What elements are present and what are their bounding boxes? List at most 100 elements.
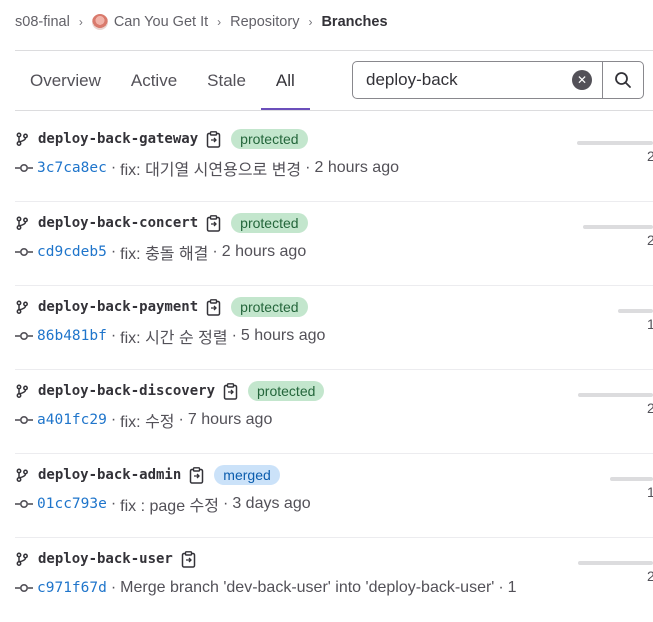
search-button[interactable] — [602, 62, 643, 98]
clipboard-icon — [206, 130, 221, 148]
chevron-right-icon: › — [217, 15, 222, 29]
breadcrumb: s08-final › Can You Get It › Repository … — [15, 12, 388, 32]
separator-dot: · — [223, 495, 229, 512]
copy-branch-name-button[interactable] — [206, 298, 221, 316]
commit-message[interactable]: fix: 수정 — [120, 408, 174, 432]
branch-list: deploy-back-gateway protected 3c7ca8ec · fix… — [15, 118, 653, 622]
copy-branch-name-button[interactable] — [206, 214, 221, 232]
clipboard-icon — [223, 382, 238, 400]
commit-time: 2 hours ago — [314, 159, 399, 176]
commit-message[interactable]: fix: 충돌 해결 — [120, 240, 208, 264]
copy-branch-name-button[interactable] — [206, 130, 221, 148]
separator-dot: · — [498, 579, 504, 596]
commit-sha-link[interactable]: 86b481bf — [37, 328, 107, 344]
commit-time: 7 hours ago — [187, 411, 273, 428]
search-input[interactable] — [353, 62, 572, 98]
branch-name-link[interactable]: deploy-back-gateway — [38, 131, 198, 147]
breadcrumb-project-label: Can You Get It — [113, 14, 209, 30]
commit-sha-link[interactable]: 3c7ca8ec — [37, 160, 107, 176]
divergence-bar — [578, 393, 653, 397]
search-icon — [615, 72, 631, 88]
divergence-bar — [577, 141, 653, 145]
branch-name-link[interactable]: deploy-back-concert — [38, 215, 198, 231]
branch-icon — [16, 468, 28, 482]
clipboard-icon — [181, 550, 196, 568]
separator-dot: · — [110, 327, 117, 344]
commit-icon — [15, 415, 33, 425]
copy-branch-name-button[interactable] — [181, 550, 196, 568]
commit-time: 5 hours ago — [240, 327, 326, 344]
copy-branch-name-button[interactable] — [189, 466, 204, 484]
branch-row: deploy-back-discovery protected a401fc29 · f… — [15, 370, 653, 454]
status-badge: merged — [214, 465, 280, 485]
commits-ahead-count: 2 — [647, 400, 653, 416]
branch-row: deploy-back-payment protected 86b481bf · fix… — [15, 286, 653, 370]
branch-name-link[interactable]: deploy-back-payment — [38, 299, 198, 315]
status-badge: protected — [248, 381, 325, 401]
commit-sha-link[interactable]: c971f67d — [37, 580, 107, 596]
commit-icon — [15, 331, 33, 341]
status-badge: protected — [231, 297, 308, 317]
clipboard-icon — [206, 298, 221, 316]
tab-overview[interactable]: Overview — [15, 52, 116, 110]
separator-dot: · — [305, 159, 311, 176]
chevron-right-icon: › — [308, 15, 313, 29]
divergence-bar — [578, 561, 653, 565]
branch-icon — [16, 300, 28, 314]
tab-all[interactable]: All — [260, 52, 310, 110]
separator-dot: · — [231, 327, 237, 344]
separator-dot: · — [110, 495, 117, 512]
separator-dot: · — [178, 411, 184, 428]
tab-stale[interactable]: Stale — [192, 52, 261, 110]
commit-message[interactable]: Merge branch 'dev-back-user' into 'deplo… — [120, 579, 494, 597]
commit-time: 3 days ago — [232, 495, 311, 512]
commits-ahead-count: 1 — [647, 484, 653, 500]
breadcrumb-project-link[interactable]: Can You Get It — [91, 14, 209, 30]
branch-row: deploy-back-concert protected cd9cdeb5 · fix… — [15, 202, 653, 286]
breadcrumb-group-link[interactable]: s08-final — [15, 14, 70, 30]
commit-message[interactable]: fix: 대기열 시연용으로 변경 — [120, 156, 301, 180]
branch-row: deploy-back-gateway protected 3c7ca8ec · fix… — [15, 118, 653, 202]
commit-icon — [15, 583, 33, 593]
commit-sha-link[interactable]: a401fc29 — [37, 412, 107, 428]
commit-icon — [15, 499, 33, 509]
commit-icon — [15, 247, 33, 257]
header-divider — [15, 50, 653, 51]
commits-ahead-count: 2 — [647, 568, 653, 584]
separator-dot: · — [110, 411, 117, 428]
branch-name-link[interactable]: deploy-back-user — [38, 551, 173, 567]
divergence-bar — [583, 225, 653, 229]
breadcrumb-repository-link[interactable]: Repository — [230, 14, 299, 30]
clear-icon[interactable]: ✕ — [572, 70, 592, 90]
separator-dot: · — [110, 579, 117, 596]
clipboard-icon — [190, 466, 204, 484]
branch-icon — [16, 132, 28, 146]
commit-message[interactable]: fix: 시간 순 정렬 — [120, 324, 227, 348]
separator-dot: · — [110, 159, 117, 176]
commits-ahead-count: 1 — [647, 316, 653, 332]
commit-message[interactable]: fix : page 수정 — [120, 492, 219, 516]
branch-name-link[interactable]: deploy-back-admin — [38, 467, 181, 483]
commits-ahead-count: 2 — [647, 148, 653, 164]
branch-search: ✕ — [352, 61, 644, 99]
commit-icon — [15, 163, 33, 173]
commit-time: 1 — [507, 579, 517, 596]
tab-active[interactable]: Active — [116, 52, 192, 110]
divergence-bar — [610, 477, 653, 481]
branch-icon — [16, 216, 28, 230]
commit-sha-link[interactable]: cd9cdeb5 — [37, 244, 107, 260]
commit-sha-link[interactable]: 01cc793e — [37, 496, 107, 512]
divergence-bar — [618, 309, 653, 313]
branch-icon — [16, 552, 28, 566]
commit-time: 2 hours ago — [221, 243, 307, 260]
copy-branch-name-button[interactable] — [223, 382, 238, 400]
branch-icon — [16, 384, 28, 398]
commits-ahead-count: 2 — [647, 232, 653, 248]
status-badge: protected — [231, 129, 308, 149]
chevron-right-icon: › — [78, 15, 83, 29]
separator-dot: · — [212, 243, 218, 260]
branch-row: deploy-back-admin merged 01cc793e · fix : pa… — [15, 454, 653, 538]
breadcrumb-current[interactable]: Branches — [321, 14, 387, 30]
branch-name-link[interactable]: deploy-back-discovery — [38, 383, 215, 399]
project-avatar — [91, 14, 108, 30]
